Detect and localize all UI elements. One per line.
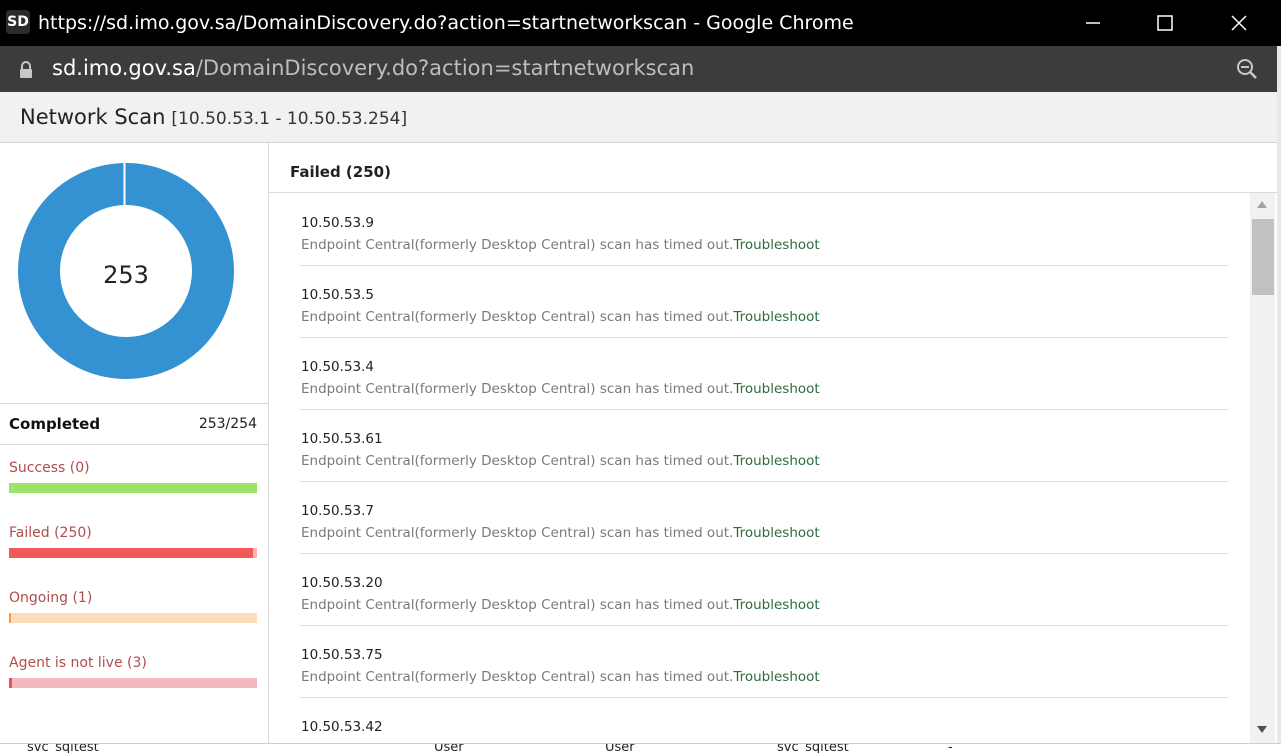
item-message-text: Endpoint Central(formerly Desktop Centra… — [301, 525, 734, 541]
troubleshoot-link[interactable]: Troubleshoot — [733, 309, 819, 325]
item-message-text: Endpoint Central(formerly Desktop Centra… — [301, 453, 734, 469]
list-item: 10.50.53.9 Endpoint Central(formerly Des… — [300, 193, 1228, 266]
troubleshoot-link[interactable]: Troubleshoot — [733, 669, 819, 685]
item-message: Endpoint Central(formerly Desktop Centra… — [301, 597, 820, 613]
stat-ongoing-fill — [9, 613, 11, 623]
item-message-text: Endpoint Central(formerly Desktop Centra… — [301, 381, 734, 397]
stat-success-bar — [9, 483, 257, 493]
item-ip: 10.50.53.20 — [301, 575, 383, 591]
completed-value: 253/254 — [198, 416, 257, 432]
summary-panel: 253 Completed 253/254 Success (0) Failed… — [0, 143, 269, 743]
zoom-icon[interactable] — [1236, 58, 1258, 80]
item-message: Endpoint Central(formerly Desktop Centra… — [301, 309, 820, 325]
list-item: 10.50.53.7 Endpoint Central(formerly Des… — [300, 481, 1228, 554]
item-message-text: Endpoint Central(formerly Desktop Centra… — [301, 669, 734, 685]
ip-range: [10.50.53.1 - 10.50.53.254] — [171, 109, 408, 129]
page-edge — [1277, 46, 1281, 752]
dialog-title-text: Network Scan — [20, 105, 166, 129]
failed-header: Failed (250) — [269, 143, 1277, 193]
lock-icon — [20, 61, 32, 78]
item-message: Endpoint Central(formerly Desktop Centra… — [301, 525, 820, 541]
dialog-header: Network Scan [10.50.53.1 - 10.50.53.254] — [0, 92, 1277, 143]
item-ip: 10.50.53.4 — [301, 359, 374, 375]
troubleshoot-link[interactable]: Troubleshoot — [733, 597, 819, 613]
item-ip: 10.50.53.7 — [301, 503, 374, 519]
window-title: https://sd.imo.gov.sa/DomainDiscovery.do… — [38, 12, 854, 34]
stat-failed-bar — [9, 548, 257, 558]
maximize-button[interactable] — [1144, 8, 1184, 38]
app-icon: SD — [6, 10, 30, 34]
item-ip: 10.50.53.61 — [301, 431, 383, 447]
item-message: Endpoint Central(formerly Desktop Centra… — [301, 237, 820, 253]
item-ip: 10.50.53.9 — [301, 215, 374, 231]
scrollbar-thumb[interactable] — [1252, 219, 1274, 295]
completed-label: Completed — [9, 415, 101, 433]
stat-success-fill — [9, 483, 257, 493]
close-button[interactable] — [1218, 8, 1258, 38]
scroll-down-arrow-icon[interactable] — [1256, 724, 1268, 734]
maximize-icon — [1157, 15, 1173, 31]
url-domain: sd.imo.gov.sa — [52, 56, 196, 80]
troubleshoot-link[interactable]: Troubleshoot — [733, 381, 819, 397]
url-path: /DomainDiscovery.do?action=startnetworks… — [195, 56, 695, 80]
item-ip: 10.50.53.75 — [301, 647, 383, 663]
item-message-text: Endpoint Central(formerly Desktop Centra… — [301, 309, 734, 325]
troubleshoot-link[interactable]: Troubleshoot — [733, 525, 819, 541]
minimize-button[interactable] — [1072, 8, 1112, 38]
stat-failed-label[interactable]: Failed (250) — [9, 525, 92, 541]
completed-row: Completed 253/254 — [0, 403, 268, 445]
item-ip: 10.50.53.5 — [301, 287, 374, 303]
browser-title-bar: SD https://sd.imo.gov.sa/DomainDiscovery… — [0, 0, 1281, 46]
minimize-icon — [1086, 22, 1100, 24]
troubleshoot-link[interactable]: Troubleshoot — [733, 453, 819, 469]
failed-list: 10.50.53.9 Endpoint Central(formerly Des… — [300, 193, 1230, 743]
list-item: 10.50.53.5 Endpoint Central(formerly Des… — [300, 265, 1228, 338]
donut-total: 253 — [103, 261, 149, 289]
item-message: Endpoint Central(formerly Desktop Centra… — [301, 669, 820, 685]
item-message-text: Endpoint Central(formerly Desktop Centra… — [301, 597, 734, 613]
list-item: 10.50.53.75 Endpoint Central(formerly De… — [300, 625, 1228, 698]
list-item: 10.50.53.20 Endpoint Central(formerly De… — [300, 553, 1228, 626]
dialog-title: Network Scan [10.50.53.1 - 10.50.53.254] — [20, 105, 407, 129]
stat-ongoing-bar — [9, 613, 257, 623]
stat-agent-not-live-fill — [9, 678, 12, 688]
troubleshoot-link[interactable]: Troubleshoot — [733, 237, 819, 253]
list-item: 10.50.53.61 Endpoint Central(formerly De… — [300, 409, 1228, 482]
address-bar[interactable]: sd.imo.gov.sa/DomainDiscovery.do?action=… — [0, 46, 1277, 92]
failed-heading: Failed (250) — [290, 163, 391, 181]
stat-success-label[interactable]: Success (0) — [9, 460, 90, 476]
url-text[interactable]: sd.imo.gov.sa/DomainDiscovery.do?action=… — [52, 56, 694, 80]
stat-failed-fill — [9, 548, 253, 558]
item-message: Endpoint Central(formerly Desktop Centra… — [301, 453, 820, 469]
stat-agent-not-live-bar — [9, 678, 257, 688]
item-ip: 10.50.53.42 — [301, 719, 383, 735]
list-item: 10.50.53.4 Endpoint Central(formerly Des… — [300, 337, 1228, 410]
close-icon — [1231, 15, 1247, 31]
list-item: 10.50.53.42 — [300, 697, 1228, 743]
stat-agent-not-live-label[interactable]: Agent is not live (3) — [9, 655, 147, 671]
item-message: Endpoint Central(formerly Desktop Centra… — [301, 381, 820, 397]
stat-ongoing-label[interactable]: Ongoing (1) — [9, 590, 92, 606]
item-message-text: Endpoint Central(formerly Desktop Centra… — [301, 237, 734, 253]
scroll-up-arrow-icon[interactable] — [1256, 200, 1268, 210]
